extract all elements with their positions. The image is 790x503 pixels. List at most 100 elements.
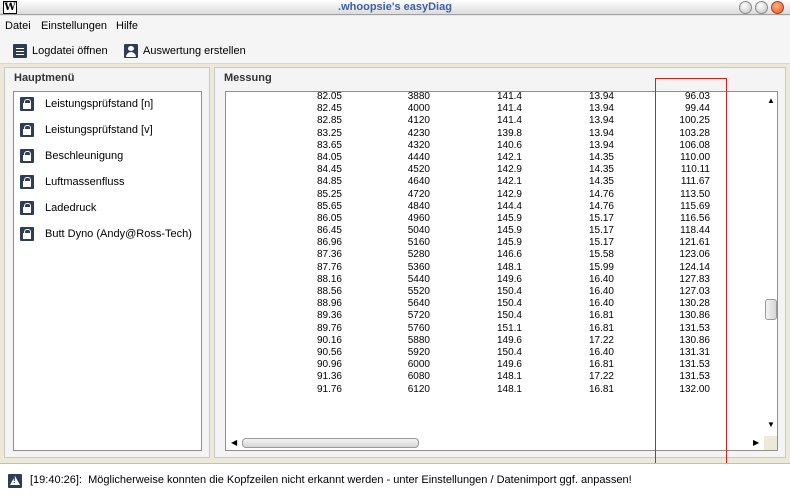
table-cell: 13.94: [588, 139, 614, 151]
table-cell: 16.81: [588, 383, 614, 395]
lock-icon: [20, 149, 34, 163]
highlight-annotation-box: [655, 78, 727, 464]
table-cell: 86.45: [316, 225, 342, 237]
open-log-label: Logdatei öffnen: [32, 45, 108, 57]
table-cell: 84.45: [316, 164, 342, 176]
main-menu-title: Hauptmenü: [14, 72, 75, 84]
horizontal-scroll-thumb[interactable]: [242, 438, 419, 448]
table-cell: 16.81: [588, 322, 614, 334]
table-cell: 142.1: [496, 176, 522, 188]
table-cell: 5160: [407, 237, 430, 249]
create-evaluation-button[interactable]: Auswertung erstellen: [124, 42, 246, 60]
scroll-left-icon[interactable]: ◀: [231, 438, 237, 447]
table-cell: 6080: [407, 371, 430, 383]
table-cell: 88.56: [316, 286, 342, 297]
table-cell: 86.05: [316, 212, 342, 224]
scroll-down-icon[interactable]: ▼: [767, 420, 775, 429]
table-cell: 148.1: [496, 261, 522, 273]
table-cell: 14.35: [588, 164, 614, 176]
open-log-button[interactable]: Logdatei öffnen: [13, 42, 108, 60]
table-cell: 4120: [407, 115, 430, 127]
table-cell: 5920: [407, 346, 430, 358]
status-message: [19:40:26]: Möglicherweise konnten die K…: [30, 474, 632, 486]
table-cell: 144.4: [496, 200, 522, 212]
menu-item-butt-dyno[interactable]: Butt Dyno (Andy@Ross-Tech): [20, 225, 192, 243]
table-cell: 149.6: [496, 273, 522, 285]
table-cell: 142.1: [496, 151, 522, 163]
table-cell: 14.35: [588, 151, 614, 163]
lock-icon: [20, 97, 34, 111]
menu-item-label: Ladedruck: [45, 202, 97, 214]
table-cell: 150.4: [496, 310, 522, 322]
window-title: .whoopsie's easyDiag: [338, 1, 452, 13]
menu-item-dyno-v[interactable]: Leistungsprüfstand [v]: [20, 121, 153, 139]
table-cell: 5040: [407, 225, 430, 237]
menu-hilfe[interactable]: Hilfe: [116, 20, 138, 32]
table-cell: 5520: [407, 286, 430, 297]
table-cell: 17.22: [588, 334, 614, 346]
table-cell: 15.17: [588, 225, 614, 237]
table-cell: 16.40: [588, 273, 614, 285]
scroll-up-icon[interactable]: ▲: [767, 96, 775, 105]
close-button[interactable]: [771, 1, 784, 14]
vertical-scrollbar[interactable]: ▲ ▼: [764, 92, 777, 436]
lock-icon: [20, 175, 34, 189]
table-cell: 82.05: [316, 91, 342, 102]
menu-item-dyno-n[interactable]: Leistungsprüfstand [n]: [20, 95, 153, 113]
menu-item-label: Beschleunigung: [45, 150, 124, 162]
table-cell: 5280: [407, 249, 430, 261]
table-cell: 4640: [407, 176, 430, 188]
table-cell: 4520: [407, 164, 430, 176]
table-cell: 82.45: [316, 103, 342, 115]
table-cell: 83.25: [316, 127, 342, 139]
table-cell: 149.6: [496, 359, 522, 371]
main-menu-panel: Hauptmenü Leistungsprüfstand [n] Leistun…: [4, 67, 210, 458]
menu-item-label: Luftmassenfluss: [45, 176, 125, 188]
table-cell: 4720: [407, 188, 430, 200]
table-cell: 150.4: [496, 298, 522, 310]
document-icon: [13, 44, 27, 58]
table-cell: 13.94: [588, 127, 614, 139]
table-cell: 16.40: [588, 286, 614, 297]
table-cell: 145.9: [496, 237, 522, 249]
table-cell: 151.1: [496, 322, 522, 334]
table-cell: 87.76: [316, 261, 342, 273]
table-cell: 88.96: [316, 298, 342, 310]
warning-icon: [8, 474, 22, 488]
table-cell: 5440: [407, 273, 430, 285]
table-cell: 83.65: [316, 139, 342, 151]
table-cell: 85.65: [316, 200, 342, 212]
table-cell: 15.99: [588, 261, 614, 273]
table-cell: 4840: [407, 200, 430, 212]
user-icon: [124, 44, 138, 58]
table-cell: 4960: [407, 212, 430, 224]
menu-item-label: Leistungsprüfstand [v]: [45, 124, 153, 136]
menu-item-air-mass-flow[interactable]: Luftmassenfluss: [20, 173, 124, 191]
minimize-button[interactable]: [739, 1, 752, 14]
table-cell: 89.36: [316, 310, 342, 322]
main-menu-list: Leistungsprüfstand [n] Leistungsprüfstan…: [13, 91, 202, 451]
table-cell: 148.1: [496, 383, 522, 395]
menu-einstellungen[interactable]: Einstellungen: [41, 20, 107, 32]
table-cell: 82.85: [316, 115, 342, 127]
toolbar: Logdatei öffnen Auswertung erstellen: [0, 38, 790, 64]
table-cell: 14.76: [588, 188, 614, 200]
status-bar: [19:40:26]: Möglicherweise konnten die K…: [0, 463, 790, 503]
title-bar[interactable]: W .whoopsie's easyDiag: [0, 0, 790, 15]
table-cell: 5760: [407, 322, 430, 334]
table-cell: 14.35: [588, 176, 614, 188]
table-cell: 84.05: [316, 151, 342, 163]
maximize-button[interactable]: [755, 1, 768, 14]
table-cell: 141.4: [496, 103, 522, 115]
table-cell: 4000: [407, 103, 430, 115]
scroll-right-icon[interactable]: ▶: [753, 438, 759, 447]
menu-item-acceleration[interactable]: Beschleunigung: [20, 147, 123, 165]
menu-item-boost-pressure[interactable]: Ladedruck: [20, 199, 96, 217]
menu-bar: Datei Einstellungen Hilfe: [0, 16, 790, 38]
table-cell: 3880: [407, 91, 430, 102]
vertical-scroll-thumb[interactable]: [765, 299, 777, 320]
menu-datei[interactable]: Datei: [5, 20, 31, 32]
menu-item-label: Leistungsprüfstand [n]: [45, 98, 154, 110]
table-cell: 149.6: [496, 334, 522, 346]
table-cell: 15.17: [588, 212, 614, 224]
